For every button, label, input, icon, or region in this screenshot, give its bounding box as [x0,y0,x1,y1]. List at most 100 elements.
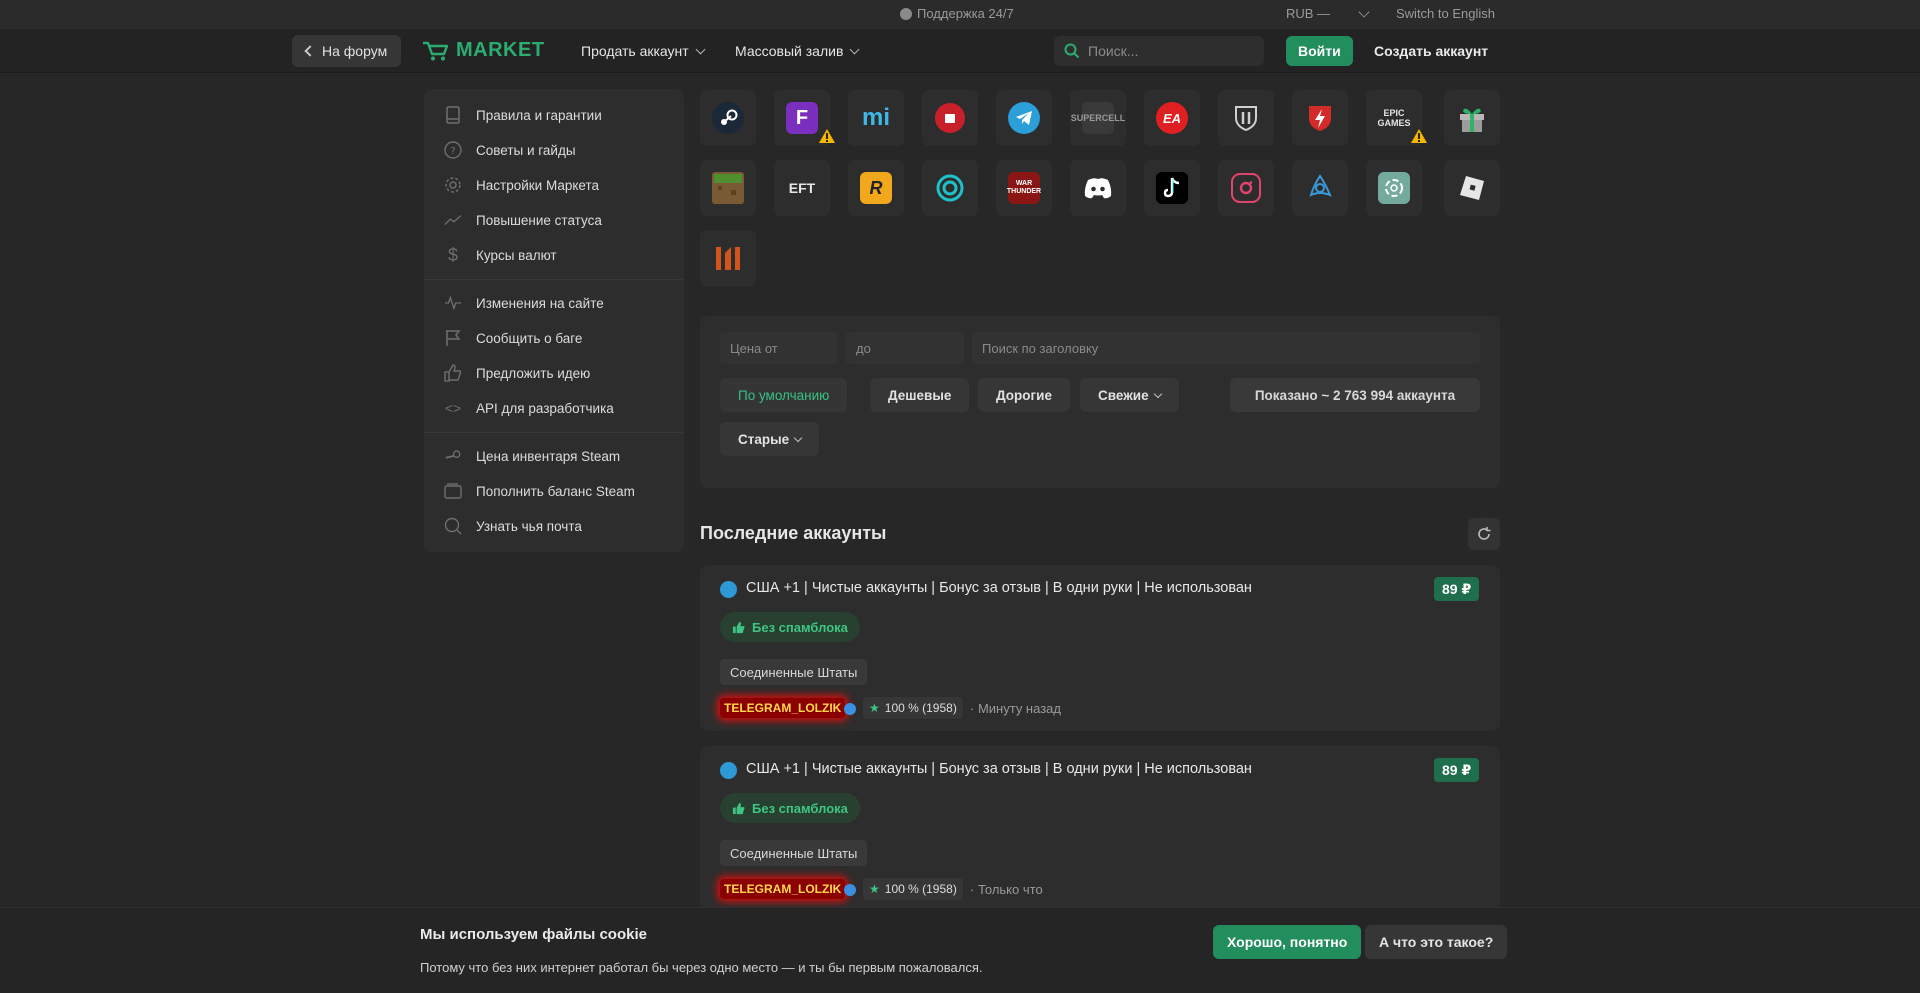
search-box [1054,36,1264,66]
telegram-icon [720,762,737,779]
category-instagram[interactable] [1218,160,1274,216]
market-logo[interactable]: MARKET [422,39,545,62]
category-mihoyo[interactable]: mi [848,90,904,146]
category-gifts[interactable] [1444,90,1500,146]
sort-default-button[interactable]: По умолчанию [720,378,848,412]
sort-label: Старые [738,431,790,447]
country-tag: Соединенные Штаты [720,659,868,685]
cookie-accept-button[interactable]: Хорошо, понятно [1213,925,1362,959]
sidebar-item-tips[interactable]: ? Советы и гайды [444,138,576,162]
title-search-input[interactable] [972,332,1480,364]
activity-icon [444,294,462,312]
refresh-button[interactable] [1468,518,1500,550]
sort-expensive-button[interactable]: Дорогие [978,378,1070,412]
signup-link[interactable]: Создать аккаунт [1374,43,1488,59]
category-war-thunder[interactable]: WAR THUNDER [996,160,1052,216]
svg-text:?: ? [450,146,455,157]
sort-label: Дешевые [888,387,952,403]
war-thunder-label: WAR THUNDER [1006,180,1042,195]
divider [424,279,684,280]
category-ea[interactable]: EA [1144,90,1200,146]
category-world-of-tanks[interactable] [1218,90,1274,146]
sidebar-item-label: Настройки Маркета [476,177,600,193]
refresh-icon [1478,527,1491,540]
price-from-input[interactable] [720,332,838,364]
section-title: Последние аккаунты [700,523,887,543]
account-card[interactable]: США +1 | Чистые аккаунты | Бонус за отзы… [700,565,1500,731]
sidebar-item-idea[interactable]: Предложить идею [444,361,590,385]
time-label: Только что [977,882,1043,897]
ubisoft-icon [934,172,966,204]
category-ubisoft[interactable] [922,160,978,216]
sidebar-item-changes[interactable]: Изменения на сайте [444,291,604,315]
warning-icon [819,129,835,143]
category-steam[interactable] [700,90,756,146]
sidebar-item-steam-balance[interactable]: Пополнить баланс Steam [444,479,635,503]
seller-rating: ★ 100 % (1958) [863,697,963,719]
category-epic-games[interactable]: EPIC GAMES [1366,90,1427,146]
telegram-icon [720,581,737,598]
price-badge: 89 ₽ [1434,577,1480,601]
currency-select[interactable]: RUB — [1286,5,1370,21]
chevron-left-icon [304,45,316,57]
tiktok-icon [1156,172,1188,204]
category-warface[interactable] [700,230,756,286]
verified-icon [844,703,856,715]
back-to-forum-button[interactable]: На форум [292,35,402,67]
account-title[interactable]: США +1 | Чистые аккаунты | Бонус за отзы… [746,761,1252,777]
sidebar-item-settings[interactable]: Настройки Маркета [444,173,599,197]
sort-fresh-button[interactable]: Свежие [1080,378,1179,412]
battlenet-icon [1304,172,1336,204]
sidebar-item-steam-inventory[interactable]: Цена инвентаря Steam [444,444,620,468]
sidebar-item-email-lookup[interactable]: Узнать чья почта [444,514,582,538]
language-switch[interactable]: Switch to English [1396,6,1495,21]
account-card[interactable]: США +1 | Чистые аккаунты | Бонус за отзы… [700,746,1500,912]
rating-label: 100 % (1958) [884,701,957,715]
currency-label: RUB — [1286,6,1331,21]
sidebar-item-rules[interactable]: Правила и гарантии [444,103,602,127]
sort-cheap-button[interactable]: Дешевые [870,378,970,412]
sidebar-item-bug[interactable]: Сообщить о баге [444,326,582,350]
support-link[interactable]: Поддержка 24/7 [900,6,1014,21]
category-minecraft[interactable] [700,160,756,216]
chevron-down-icon [1358,5,1370,18]
category-wot-blitz[interactable] [1292,90,1348,146]
star-icon: ★ [869,882,880,896]
category-supercell[interactable]: SUPERCELL [1070,90,1126,146]
back-label: На форум [322,43,388,59]
sidebar-item-label: Советы и гайды [476,142,576,158]
seller-name[interactable]: TELEGRAM_LOLZIK [720,698,846,718]
category-discord[interactable] [1070,160,1126,216]
nav-mass-upload[interactable]: Массовый залив [735,43,860,59]
sidebar-item-label: Пополнить баланс Steam [476,483,635,499]
price-to-input[interactable] [846,332,964,364]
category-supercell-red[interactable] [922,90,978,146]
nav-sell-account[interactable]: Продать аккаунт [581,43,706,59]
login-button[interactable]: Войти [1286,36,1353,66]
rating-label: 100 % (1958) [884,882,957,896]
minecraft-icon [712,172,744,204]
sidebar: Правила и гарантии ? Советы и гайды Наст… [424,89,684,552]
sidebar-item-currency[interactable]: $ Курсы валют [444,243,557,267]
cookie-info-button[interactable]: А что это такое? [1365,925,1508,959]
category-fortnite[interactable]: F [774,90,835,146]
category-escape-from-tarkov[interactable]: EFT [774,160,830,216]
category-telegram[interactable] [996,90,1052,146]
mihoyo-icon: mi [861,104,890,131]
seller-name[interactable]: TELEGRAM_LOLZIK [720,879,846,899]
header: На форум MARKET Продать аккаунт Массовый… [0,29,1920,73]
category-chatgpt[interactable] [1366,160,1422,216]
top-strip: Поддержка 24/7 RUB — Switch to English [0,0,1920,29]
account-title[interactable]: США +1 | Чистые аккаунты | Бонус за отзы… [746,580,1252,596]
category-tiktok[interactable] [1144,160,1200,216]
sort-old-button[interactable]: Старые [720,422,820,456]
chevron-down-icon [849,44,860,54]
thumbs-up-icon [732,621,745,633]
category-roblox[interactable] [1444,160,1500,216]
search-input[interactable] [1088,43,1248,59]
sidebar-item-api[interactable]: <> API для разработчика [444,396,614,420]
category-battlenet[interactable] [1292,160,1348,216]
sidebar-item-status[interactable]: Повышение статуса [444,208,602,232]
category-rockstar[interactable]: R [848,160,904,216]
sidebar-item-label: Курсы валют [476,247,557,263]
